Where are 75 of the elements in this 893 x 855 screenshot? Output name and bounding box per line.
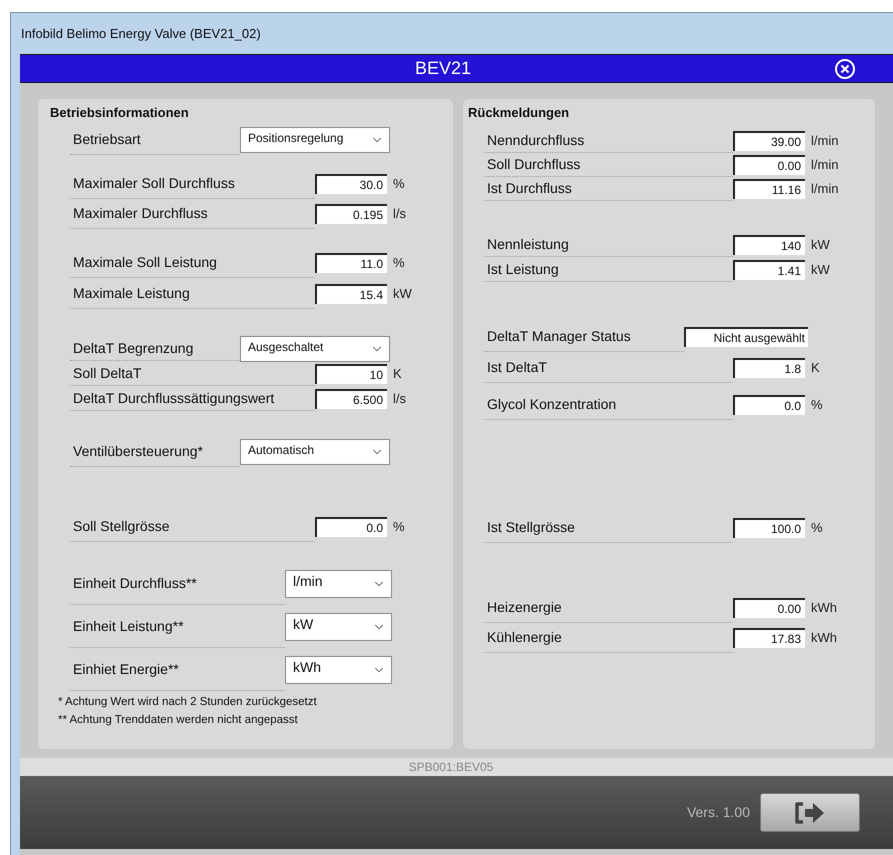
field-label: Ist Leistung xyxy=(487,260,559,279)
value-field[interactable]: 0.0 xyxy=(733,395,805,415)
unit-label: kWh xyxy=(811,599,837,618)
field-label: Einheit Leistung** xyxy=(73,616,184,636)
field-label: Ventilübersteuerung* xyxy=(73,442,203,461)
unit-label: % xyxy=(393,518,405,536)
value-field[interactable]: 140 xyxy=(733,234,805,254)
field-label: Ist DeltaT xyxy=(487,358,547,377)
value-field[interactable]: 0.00 xyxy=(733,155,805,175)
dropdown[interactable]: Ausgeschaltet xyxy=(240,336,390,362)
value-field[interactable]: 11.16 xyxy=(733,179,805,199)
close-icon[interactable] xyxy=(834,58,856,80)
window-title: Infobild Belimo Energy Valve (BEV21_02) xyxy=(21,24,261,43)
status-text: SPB001:BEV05 xyxy=(408,759,494,776)
header-title: BEV21 xyxy=(414,57,472,80)
value-field[interactable]: 10 xyxy=(315,364,387,384)
field-label: Ist Durchfluss xyxy=(487,179,572,198)
field-label: DeltaT Durchflusssättigungswert xyxy=(73,388,274,408)
unit-label: % xyxy=(393,254,405,272)
field-label: Soll Durchfluss xyxy=(487,155,580,174)
version-label: Vers. 1.00 xyxy=(686,803,750,822)
panel-title: Betriebsinformationen xyxy=(49,104,190,122)
unit-label: kWh xyxy=(811,629,837,648)
field-label: Heizenergie xyxy=(487,598,562,617)
unit-label: l/s xyxy=(393,205,406,224)
value-field[interactable]: 1.41 xyxy=(733,260,805,280)
status-field: Nicht ausgewählt xyxy=(684,327,808,347)
dropdown[interactable]: l/min xyxy=(285,570,392,598)
value-field[interactable]: 39.00 xyxy=(733,131,805,151)
value-field[interactable]: 17.83 xyxy=(733,628,805,648)
field-label: Kühlenergie xyxy=(487,628,562,647)
value-field[interactable]: 100.0 xyxy=(733,518,805,538)
field-label: DeltaT Begrenzung xyxy=(73,338,194,358)
field-label: Maximaler Soll Durchfluss xyxy=(73,174,235,193)
unit-label: l/min xyxy=(811,156,838,174)
value-field[interactable]: 6.500 xyxy=(315,388,387,408)
unit-label: l/min xyxy=(811,132,838,150)
unit-label: l/s xyxy=(393,390,406,408)
field-label: Maximale Leistung xyxy=(73,284,190,303)
dropdown[interactable]: kWh xyxy=(285,656,392,684)
field-label: Nenndurchfluss xyxy=(487,131,584,150)
field-label: Maximale Soll Leistung xyxy=(73,252,217,272)
dropdown[interactable]: kW xyxy=(285,612,392,640)
value-field[interactable]: 0.0 xyxy=(315,517,387,537)
unit-label: % xyxy=(393,175,405,194)
unit-label: % xyxy=(811,396,823,414)
value-field[interactable]: 15.4 xyxy=(315,284,387,304)
value-field[interactable]: 11.0 xyxy=(315,252,387,272)
field-label: Soll Stellgrösse xyxy=(73,517,170,536)
unit-label: kW xyxy=(811,260,830,279)
field-label: Maximaler Durchfluss xyxy=(73,204,208,223)
value-field[interactable]: 0.00 xyxy=(733,598,805,618)
field-label: Nennleistung xyxy=(487,234,569,254)
field-label: Einhiet Energie** xyxy=(73,660,179,679)
unit-label: kW xyxy=(811,236,830,254)
field-label: Betriebsart xyxy=(73,130,141,149)
dropdown[interactable]: Automatisch xyxy=(240,439,390,465)
unit-label: l/min xyxy=(811,180,838,198)
unit-label: K xyxy=(811,359,820,378)
field-label: Einheit Durchfluss** xyxy=(73,574,197,592)
field-label: DeltaT Manager Status xyxy=(487,327,631,346)
dropdown[interactable]: Positionsregelung xyxy=(240,127,390,153)
footnote: ** Achtung Trenddaten werden nicht angepasst xyxy=(58,713,299,728)
value-field[interactable]: 30.0 xyxy=(315,174,387,194)
value-field[interactable]: 0.195 xyxy=(315,204,387,224)
footnote: * Achtung Wert wird nach 2 Stunden zurückgesetzt xyxy=(58,695,318,710)
field-label: Soll DeltaT xyxy=(73,364,142,382)
panel-title: Rückmeldungen xyxy=(467,104,570,122)
value-field[interactable]: 1.8 xyxy=(733,358,805,378)
unit-label: kW xyxy=(393,284,412,303)
unit-label: % xyxy=(811,519,823,538)
exit-button[interactable] xyxy=(760,793,860,832)
field-label: Glycol Konzentration xyxy=(487,395,616,414)
unit-label: K xyxy=(393,364,402,383)
field-label: Ist Stellgrösse xyxy=(487,518,575,537)
